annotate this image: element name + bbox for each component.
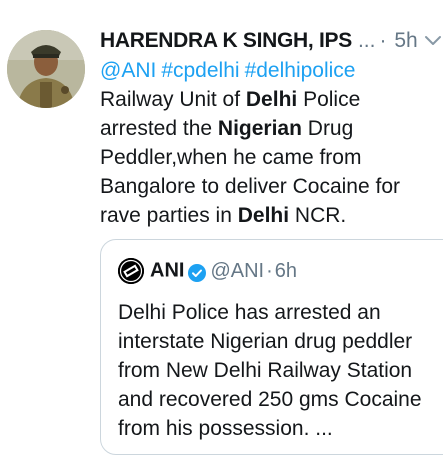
quoted-tweet-timestamp[interactable]: 6h [275,260,297,282]
quoted-tweet-text: Delhi Police has arrested an interstate … [118,301,422,440]
verified-badge-icon [188,262,207,282]
body-text-part: NCR. [289,204,347,227]
tweet-timestamp[interactable]: 5h [394,29,417,52]
name-truncation: ... [357,29,376,52]
header-separator: · [379,29,387,52]
quoted-tweet-header: ANI @ANI · 6h [118,256,297,284]
chevron-down-icon[interactable] [423,30,443,50]
mention-hashtag-line: @ANI #cpdelhi #delhipolice [100,56,440,85]
hashtag-link-delhipolice[interactable]: #delhipolice [245,59,356,82]
tweet-body-text: Railway Unit of Delhi Police arrested th… [100,85,440,230]
body-bold-part: Delhi [237,204,290,227]
tweet[interactable]: HARENDRA K SINGH, IPS... · 5h @ANI #cpdelh… [0,0,443,465]
quoted-header-separator: · [266,259,273,282]
author-avatar[interactable] [7,30,85,108]
quoted-tweet-card[interactable]: ANI @ANI · 6h Delhi Police has arrested an… [100,239,443,455]
mention-link-ani[interactable]: @ANI [100,59,156,82]
ani-logo-icon [118,257,144,284]
quoted-author-name[interactable]: ANI [150,260,184,282]
tweet-text: @ANI #cpdelhi #delhipolice Railway Unit of… [100,56,440,230]
quoted-author-handle[interactable]: @ANI [210,260,264,282]
tweet-header: HARENDRA K SINGH, IPS... · 5h [100,28,443,54]
body-text-part: Railway Unit of [100,88,246,111]
hashtag-link-cpdelhi[interactable]: #cpdelhi [161,59,239,82]
body-bold-part: Nigerian [217,117,302,140]
body-bold-part: Delhi [245,88,298,111]
author-name[interactable]: HARENDRA K SINGH, IPS [100,29,352,52]
avatar-photo-icon [7,30,85,108]
